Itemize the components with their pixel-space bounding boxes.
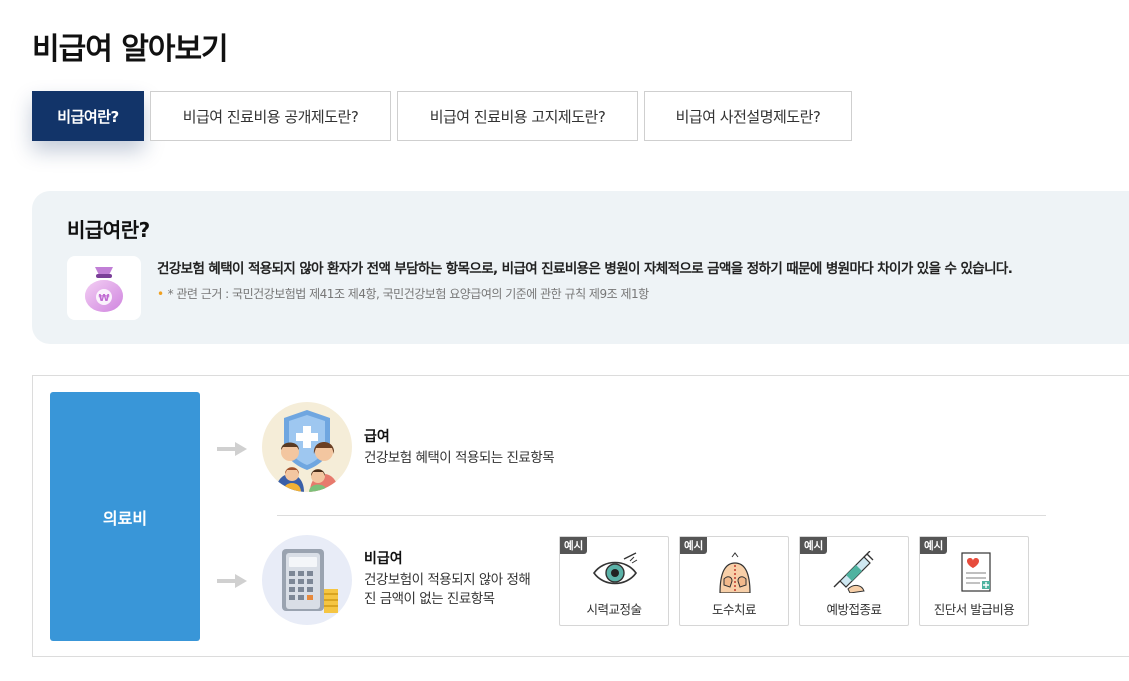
example-label: 진단서 발급비용 bbox=[933, 602, 1015, 617]
example-card: 예시 시력교정술 bbox=[559, 536, 669, 626]
example-badge: 예시 bbox=[920, 537, 948, 554]
definition-title: 비급여란? bbox=[67, 218, 150, 242]
svg-text:₩: ₩ bbox=[98, 293, 109, 304]
example-card: 예시 도수치료 bbox=[679, 536, 789, 626]
example-label: 시력교정술 bbox=[586, 602, 642, 617]
medical-expense-box: 의료비 bbox=[50, 392, 200, 641]
arrow-right-icon bbox=[217, 442, 247, 456]
non-covered-description: 건강보험이 적용되지 않아 정해진 금액이 없는 진료항목 bbox=[364, 572, 531, 607]
tab-notification-system[interactable]: 비급여 진료비용 고지제도란? bbox=[397, 91, 638, 141]
eye-icon bbox=[593, 552, 638, 585]
covered-title: 급여 bbox=[364, 429, 390, 445]
arrow-right-icon bbox=[217, 574, 247, 588]
definition-text: 건강보험 혜택이 적용되지 않아 환자가 전액 부담하는 항목으로, 비급여 진… bbox=[157, 261, 1013, 277]
manual-therapy-icon bbox=[719, 552, 751, 593]
covered-description: 건강보험 혜택이 적용되는 진료항목 bbox=[364, 450, 555, 466]
page-title: 비급여 알아보기 bbox=[32, 32, 229, 67]
legal-reference: • * 관련 근거 : 국민건강보험법 제41조 제4항, 국민건강보험 요양급여… bbox=[157, 285, 649, 302]
legal-reference-text: * 관련 근거 : 국민건강보험법 제41조 제4항, 국민건강보험 요양급여의… bbox=[167, 287, 650, 301]
calculator-icon bbox=[262, 535, 352, 625]
example-badge: 예시 bbox=[560, 537, 588, 554]
example-badge: 예시 bbox=[800, 537, 828, 554]
document-icon bbox=[961, 552, 991, 592]
example-label: 도수치료 bbox=[711, 602, 757, 617]
syringe-icon bbox=[833, 551, 874, 593]
tab-pre-explanation-system[interactable]: 비급여 사전설명제도란? bbox=[644, 91, 852, 141]
money-bag-icon: ₩ bbox=[67, 256, 141, 320]
example-card: 예시 예방접종료 bbox=[799, 536, 909, 626]
divider bbox=[277, 515, 1046, 516]
tab-what-is-non-covered[interactable]: 비급여란? bbox=[32, 91, 144, 141]
tab-disclosure-system[interactable]: 비급여 진료비용 공개제도란? bbox=[150, 91, 391, 141]
example-badge: 예시 bbox=[680, 537, 708, 554]
bullet-dot-icon: • bbox=[157, 287, 164, 301]
example-card: 예시 진단서 발급비용 bbox=[919, 536, 1029, 626]
classification-diagram: 의료비 급여 건강보험 혜택이 적용되는 진료항목 비급여 건강보험이 적용되지… bbox=[32, 375, 1129, 657]
definition-box: 비급여란? ₩ 건강보험 혜택이 적용되지 않아 환자가 전액 부담하는 항목으… bbox=[32, 191, 1129, 344]
family-shield-icon bbox=[262, 402, 352, 492]
non-covered-title: 비급여 bbox=[364, 551, 403, 567]
tab-bar: 비급여란? 비급여 진료비용 공개제도란? 비급여 진료비용 고지제도란? 비급… bbox=[32, 91, 852, 141]
example-label: 예방접종료 bbox=[826, 602, 882, 617]
